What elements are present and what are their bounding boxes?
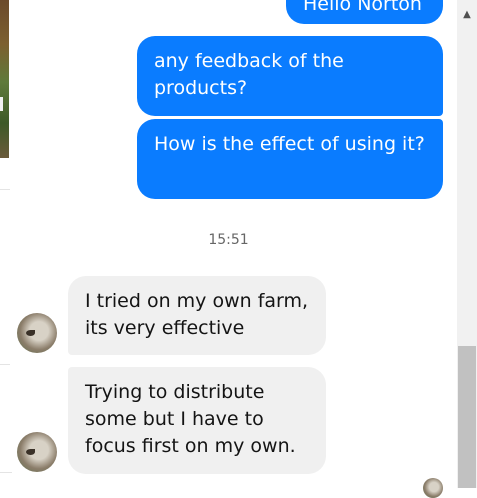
scroll-up-arrow-icon[interactable]: ▲ xyxy=(457,8,477,22)
seen-receipt-avatar xyxy=(423,478,443,498)
avatar-bird-detail xyxy=(26,449,35,455)
outgoing-message[interactable]: How is the effect of using it? xyxy=(137,119,443,199)
avatar-bird-detail xyxy=(26,330,35,336)
scrollbar-thumb[interactable] xyxy=(458,346,476,488)
outgoing-message[interactable]: any feedback of the products? xyxy=(137,36,443,116)
background-divider xyxy=(0,472,12,473)
contact-avatar[interactable] xyxy=(17,432,57,472)
background-divider xyxy=(0,189,10,190)
incoming-message[interactable]: I tried on my own farm, its very effecti… xyxy=(68,276,326,355)
outgoing-message[interactable]: Hello Norton xyxy=(286,0,443,24)
background-photo-edge xyxy=(0,0,9,158)
incoming-message[interactable]: Trying to distribute some but I have to … xyxy=(68,367,326,474)
contact-avatar[interactable] xyxy=(17,313,57,353)
background-divider xyxy=(0,364,10,365)
vertical-scrollbar[interactable]: ▲ xyxy=(457,0,477,488)
message-timestamp: 15:51 xyxy=(208,232,249,248)
background-text-fragment xyxy=(0,97,3,111)
